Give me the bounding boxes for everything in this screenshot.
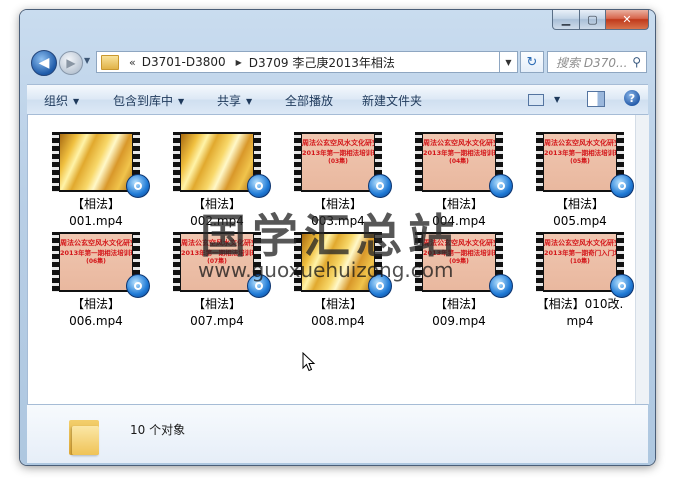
file-name: 【相法】 006.mp4: [40, 296, 152, 330]
file-name: 【相法】010改. mp4: [524, 296, 636, 330]
file-name-line2: 001.mp4: [69, 214, 123, 228]
file-item[interactable]: 周法公玄空风水文化研究学2013年第一期相法培训班(05集)【相法】 005.mp…: [524, 132, 636, 230]
search-icon[interactable]: ⚲: [632, 55, 641, 69]
file-name: 【相法】 008.mp4: [282, 296, 394, 330]
chevron-down-icon: ▼: [505, 57, 512, 67]
media-player-icon: [489, 274, 513, 298]
file-name-line1: 【相法】: [434, 297, 483, 311]
folder-icon: [69, 417, 99, 455]
preview-pane-icon[interactable]: [587, 91, 605, 107]
media-player-icon: [610, 174, 634, 198]
help-icon[interactable]: ?: [624, 90, 640, 106]
share-label: 共享: [217, 94, 242, 108]
watermark-url: www.guoxuehuizong.com: [198, 258, 454, 282]
back-arrow-icon: ◀: [38, 55, 50, 71]
search-input[interactable]: 搜索 D370... ⚲: [547, 51, 647, 73]
include-in-library-menu[interactable]: 包含到库中 ▼: [113, 92, 184, 109]
file-name: 【相法】 009.mp4: [403, 296, 515, 330]
thumbnail-title-line: (04集): [449, 158, 469, 165]
view-options-dropdown[interactable]: ▼: [554, 95, 560, 104]
chevron-down-icon: ▼: [246, 97, 253, 106]
file-name-line2: 006.mp4: [69, 314, 123, 328]
item-count: 10 个对象: [130, 423, 186, 437]
search-placeholder: 搜索 D370...: [556, 55, 628, 70]
media-player-icon: [489, 174, 513, 198]
file-name-line2: 008.mp4: [311, 314, 365, 328]
file-name-line1: 【相法】: [313, 297, 362, 311]
file-name-line1: 【相法】: [71, 297, 120, 311]
thumbnail-title-line: (03集): [328, 158, 348, 165]
back-button[interactable]: ◀: [31, 50, 57, 76]
close-icon: ✕: [622, 13, 632, 26]
close-button[interactable]: ✕: [606, 10, 649, 30]
minimize-button[interactable]: ▁: [552, 10, 580, 30]
thumbnail-title-line: (06集): [86, 258, 106, 265]
video-thumbnail: 周法公玄空风水文化研究学2013年第一期相法培训班(06集): [52, 232, 150, 298]
video-thumbnail: [173, 132, 271, 198]
file-name-line1: 【相法】: [71, 197, 120, 211]
watermark-text: 国学汇总站: [200, 209, 460, 263]
file-name-line2: 005.mp4: [553, 214, 607, 228]
breadcrumb-item-current[interactable]: D3709 李己庚2013年相法: [249, 54, 395, 71]
file-name-line2: mp4: [566, 314, 594, 328]
file-name: 【相法】 001.mp4: [40, 196, 152, 230]
file-name-line1: 【相法】: [192, 297, 241, 311]
new-folder-button[interactable]: 新建文件夹: [362, 92, 422, 109]
media-player-icon: [247, 174, 271, 198]
chevron-down-icon: ▼: [73, 97, 80, 106]
media-player-icon: [126, 174, 150, 198]
command-bar: 组织 ▼ 包含到库中 ▼ 共享 ▼ 全部播放 新建文件夹 ▼ ?: [27, 84, 648, 115]
video-thumbnail: [52, 132, 150, 198]
forward-arrow-icon: ▶: [66, 56, 76, 70]
address-dropdown-button[interactable]: ▼: [500, 51, 518, 73]
mouse-cursor-icon: [302, 352, 316, 372]
video-thumbnail: 周法公玄空风水文化研究学2013年第一期奇门入门培训(10集): [536, 232, 634, 298]
include-in-library-label: 包含到库中: [113, 94, 174, 108]
recent-pages-dropdown[interactable]: ▼: [84, 56, 90, 65]
maximize-icon: ▢: [587, 13, 598, 26]
video-thumbnail: 周法公玄空风水文化研究学2013年第一期相法培训班(04集): [415, 132, 513, 198]
thumbnail-title-line: (05集): [570, 158, 590, 165]
file-item[interactable]: 周法公玄空风水文化研究学2013年第一期奇门入门培训(10集)【相法】010改.…: [524, 232, 636, 330]
file-item[interactable]: 【相法】 001.mp4: [40, 132, 152, 230]
maximize-button[interactable]: ▢: [580, 10, 606, 30]
share-menu[interactable]: 共享 ▼: [217, 92, 252, 109]
view-options-icon[interactable]: [528, 94, 544, 106]
file-name: 【相法】 007.mp4: [161, 296, 273, 330]
vertical-scrollbar[interactable]: [635, 115, 649, 404]
video-thumbnail: 周法公玄空风水文化研究学2013年第一期相法培训班(05集): [536, 132, 634, 198]
chevron-down-icon: ▼: [178, 97, 185, 106]
folder-icon: [101, 54, 119, 70]
media-player-icon: [610, 274, 634, 298]
play-all-button[interactable]: 全部播放: [285, 92, 333, 109]
breadcrumb-item-parent[interactable]: D3701-D3800: [142, 55, 226, 69]
breadcrumb-overflow[interactable]: «: [129, 56, 136, 69]
thumbnail-title-line: (10集): [570, 258, 590, 265]
forward-button[interactable]: ▶: [59, 51, 83, 75]
file-name-line1: 【相法】010改.: [536, 297, 624, 311]
media-player-icon: [368, 174, 392, 198]
file-name-line2: 007.mp4: [190, 314, 244, 328]
media-player-icon: [126, 274, 150, 298]
file-name-line1: 【相法】: [555, 197, 604, 211]
video-thumbnail: 周法公玄空风水文化研究学2013年第一期相法培训班(03集): [294, 132, 392, 198]
address-bar[interactable]: « D3701-D3800 ▶ D3709 李己庚2013年相法: [96, 51, 500, 73]
file-item[interactable]: 周法公玄空风水文化研究学2013年第一期相法培训班(06集)【相法】 006.mp…: [40, 232, 152, 330]
organize-label: 组织: [44, 94, 69, 108]
organize-menu[interactable]: 组织 ▼: [44, 92, 79, 109]
caption-buttons: ▁ ▢ ✕: [552, 10, 649, 30]
refresh-icon: ↻: [526, 54, 538, 70]
refresh-button[interactable]: ↻: [520, 51, 544, 73]
navigation-bar: ◀ ▶ ▼ « D3701-D3800 ▶ D3709 李己庚2013年相法 ▼…: [28, 48, 648, 78]
minimize-icon: ▁: [561, 13, 571, 26]
file-name: 【相法】 005.mp4: [524, 196, 636, 230]
breadcrumb-separator-icon[interactable]: ▶: [236, 58, 242, 67]
details-pane: 10 个对象: [27, 404, 648, 463]
file-name-line2: 009.mp4: [432, 314, 486, 328]
